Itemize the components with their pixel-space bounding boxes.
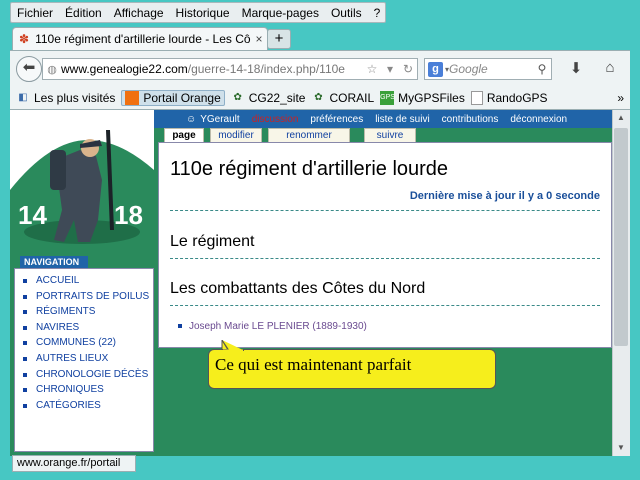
site-favicon-icon: ✽	[19, 32, 30, 46]
watchlist-link[interactable]: liste de suivi	[375, 114, 429, 125]
contributions-link[interactable]: contributions	[442, 114, 499, 125]
bookmark-label: CORAIL	[329, 90, 375, 105]
site-logo[interactable]: 14 18	[10, 110, 154, 258]
person-link[interactable]: Joseph Marie LE PLENIER (1889-1930)	[178, 321, 367, 332]
tab-title: 110e régiment d'artillerie lourde - Les …	[35, 32, 251, 46]
preferences-link[interactable]: préférences	[310, 114, 363, 125]
divider	[170, 305, 600, 306]
orange-icon	[125, 90, 140, 105]
logo-year-14: 14	[18, 200, 47, 230]
tab-renommer[interactable]: renommer	[268, 128, 350, 142]
bookmark-icon: ◧	[18, 91, 28, 103]
user-link[interactable]: YGerault	[200, 114, 239, 125]
new-tab-button[interactable]: +	[267, 29, 291, 49]
sidebar-item-accueil[interactable]: ACCUEIL	[23, 273, 153, 289]
logout-link[interactable]: déconnexion	[510, 114, 567, 125]
section-heading-regiment: Le régiment	[170, 233, 255, 250]
search-box[interactable]: g ▾ Google ⚲	[424, 58, 552, 80]
bookmark-label: MyGPSFiles	[398, 90, 465, 105]
menu-bar: Fichier Édition Affichage Historique Mar…	[10, 2, 386, 23]
menu-marque-pages[interactable]: Marque-pages	[236, 6, 325, 20]
scroll-up-icon[interactable]: ▲	[612, 110, 630, 126]
discussion-link[interactable]: discussion	[252, 114, 299, 125]
page-icon	[470, 90, 483, 105]
back-arrow-icon: ⬅	[22, 59, 36, 76]
sidebar-item-autres-lieux[interactable]: AUTRES LIEUX	[23, 351, 153, 367]
page-title: 110e régiment d'artillerie lourde	[170, 158, 449, 180]
globe-icon: ◍	[47, 63, 57, 76]
page-tabs: page modifier renommer suivre	[164, 128, 422, 142]
dropdown-icon[interactable]: ▾	[381, 62, 399, 76]
bookmark-label: CG22_site	[248, 90, 306, 105]
sidebar-item-regiments[interactable]: RÉGIMENTS	[23, 304, 153, 320]
cg22-icon: ✿	[233, 91, 242, 103]
annotation-callout: Ce qui est maintenant parfait	[208, 349, 496, 389]
more-bookmarks-icon[interactable]: »	[617, 91, 624, 105]
callout-pointer-fill	[221, 340, 244, 352]
tab-suivre[interactable]: suivre	[364, 128, 416, 142]
sidebar-navigation: ACCUEIL PORTRAITS DE POILUS RÉGIMENTS NA…	[14, 268, 154, 452]
bookmark-portail-orange[interactable]: Portail Orange	[121, 89, 225, 106]
close-tab-icon[interactable]: ×	[251, 32, 267, 46]
logo-year-18: 18	[114, 200, 143, 230]
scroll-down-icon[interactable]: ▼	[612, 440, 630, 456]
scroll-thumb[interactable]	[614, 128, 628, 346]
tab-modifier[interactable]: modifier	[210, 128, 262, 142]
bookmark-les-plus-visites[interactable]: ◧ Les plus visités	[16, 91, 115, 105]
user-icon: ☺	[186, 113, 197, 125]
bookmark-star-icon[interactable]: ☆	[363, 62, 381, 76]
menu-fichier[interactable]: Fichier	[11, 6, 59, 20]
url-domain: www.genealogie22.com	[61, 62, 188, 76]
search-input[interactable]: Google	[449, 62, 533, 76]
last-modified: Dernière mise à jour il y a 0 seconde	[409, 190, 600, 202]
corail-icon: ✿	[314, 91, 323, 103]
bookmark-label: RandoGPS	[486, 90, 548, 105]
divider	[170, 258, 600, 259]
back-button[interactable]: ⬅	[16, 56, 42, 82]
mygps-icon: GPS	[380, 90, 395, 105]
bookmark-mygpsfiles[interactable]: GPS MyGPSFiles	[380, 90, 465, 105]
status-url: www.orange.fr/portail	[12, 455, 136, 472]
bookmark-label: Les plus visités	[34, 90, 116, 105]
browser-tab[interactable]: ✽ 110e régiment d'artillerie lourde - Le…	[12, 27, 268, 50]
menu-affichage[interactable]: Affichage	[108, 6, 170, 20]
google-icon[interactable]: g	[428, 61, 443, 77]
sidebar-item-chroniques[interactable]: CHRONIQUES	[23, 382, 153, 398]
bookmark-corail[interactable]: ✿ CORAIL	[311, 91, 374, 105]
home-icon[interactable]: ⌂	[600, 59, 620, 79]
sidebar-item-portraits[interactable]: PORTRAITS DE POILUS	[23, 289, 153, 305]
sidebar-item-chronologie[interactable]: CHRONOLOGIE DÉCÈS	[23, 367, 153, 383]
download-icon[interactable]: ⬇	[566, 59, 586, 79]
bookmark-randogps[interactable]: RandoGPS	[470, 90, 548, 105]
menu-outils[interactable]: Outils	[325, 6, 368, 20]
menu-historique[interactable]: Historique	[170, 6, 236, 20]
bookmark-cg22-site[interactable]: ✿ CG22_site	[231, 91, 306, 105]
search-icon[interactable]: ⚲	[533, 62, 551, 76]
sidebar-item-navires[interactable]: NAVIRES	[23, 320, 153, 336]
user-toolbar: ☺ YGerault discussion préférences liste …	[154, 110, 612, 128]
url-path: /guerre-14-18/index.php/110e	[187, 62, 345, 76]
reload-icon[interactable]: ↻	[399, 62, 417, 76]
section-heading-combattants: Les combattants des Côtes du Nord	[170, 280, 426, 297]
sidebar-item-categories[interactable]: CATÉGORIES	[23, 398, 153, 414]
menu-edition[interactable]: Édition	[59, 6, 108, 20]
menu-help[interactable]: ?	[368, 6, 387, 20]
bookmark-label: Portail Orange	[143, 90, 221, 105]
bookmarks-toolbar: ◧ Les plus visités Portail Orange ✿ CG22…	[10, 86, 630, 110]
sidebar-item-communes[interactable]: COMMUNES (22)	[23, 335, 153, 351]
tab-page[interactable]: page	[164, 128, 204, 142]
url-bar[interactable]: ◍ www.genealogie22.com/guerre-14-18/inde…	[42, 58, 418, 80]
url-text[interactable]: www.genealogie22.com/guerre-14-18/index.…	[61, 62, 363, 76]
divider	[170, 210, 600, 211]
soldier-logo-icon	[10, 110, 154, 244]
